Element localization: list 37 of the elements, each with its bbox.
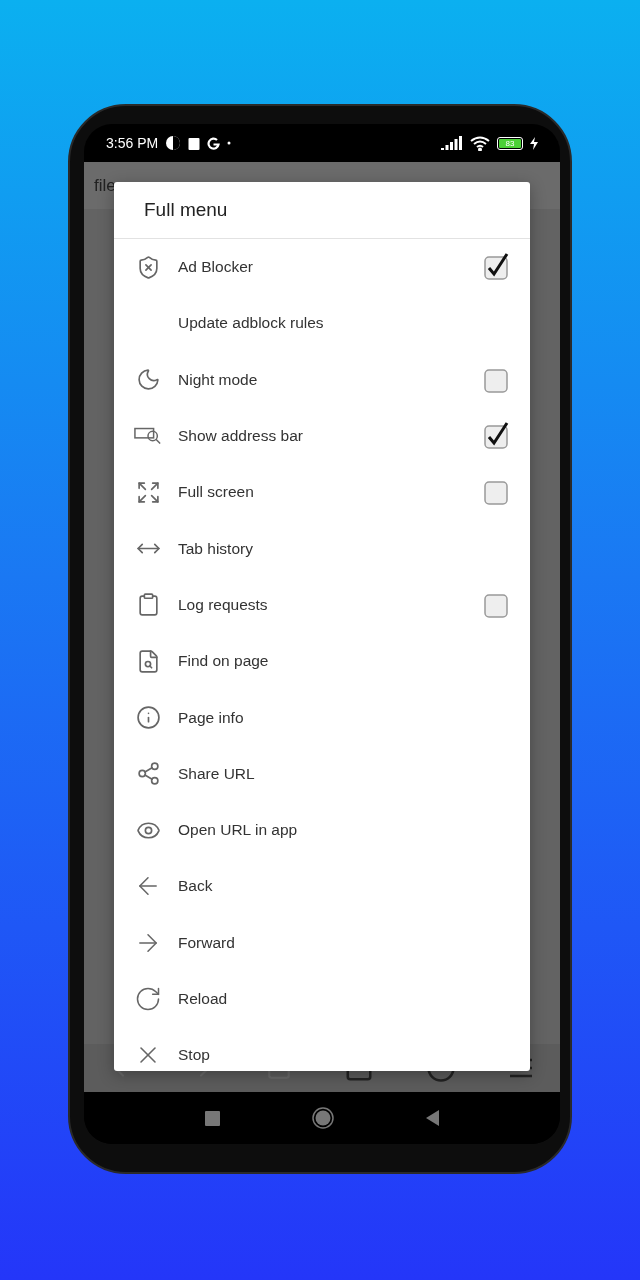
menu-item[interactable]: Night mode	[114, 351, 530, 408]
dialog-title: Full menu	[114, 182, 530, 239]
signal-icon	[441, 136, 463, 150]
battery-icon: 83	[497, 136, 523, 150]
menu-item[interactable]: Open URL in app	[114, 801, 530, 859]
info-icon	[135, 705, 161, 730]
moon-icon	[135, 367, 161, 393]
menu-item[interactable]: Page info	[114, 689, 530, 746]
share-icon	[135, 761, 161, 787]
bag-icon	[188, 136, 201, 150]
charging-icon	[530, 136, 538, 150]
checkbox[interactable]	[482, 478, 510, 507]
menu-item[interactable]: Log requests	[114, 576, 530, 634]
menu-item[interactable]: Show address bar	[114, 407, 530, 465]
menu-item[interactable]: Share URL	[114, 745, 530, 802]
menu-item[interactable]: Forward	[114, 914, 530, 971]
menu-item[interactable]: Full screen	[114, 464, 530, 521]
notification-icon	[165, 135, 182, 151]
menu-item[interactable]: Back	[114, 858, 530, 915]
menu-item[interactable]: Stop	[114, 1027, 530, 1071]
recents-icon[interactable]	[205, 1110, 220, 1126]
menu-item[interactable]: Tab history	[114, 520, 530, 577]
menu-item[interactable]: Reload	[114, 970, 530, 1028]
g-logo-icon	[207, 136, 221, 150]
wifi-icon	[470, 135, 490, 151]
reload-icon	[134, 985, 162, 1013]
menu-item[interactable]: Find on page	[114, 633, 530, 690]
fullscreen-icon	[135, 479, 161, 505]
dot-icon	[227, 141, 232, 145]
status-time: 3:56 PM	[106, 135, 159, 151]
address-text: file	[94, 175, 116, 196]
checkbox[interactable]	[482, 422, 510, 451]
menu-item[interactable]: Ad Blocker	[114, 239, 530, 296]
checkbox[interactable]	[482, 253, 510, 282]
back-nav-icon[interactable]	[426, 1110, 439, 1126]
home-icon[interactable]	[312, 1107, 334, 1129]
menu-item[interactable]: Update adblock rules	[114, 295, 530, 352]
